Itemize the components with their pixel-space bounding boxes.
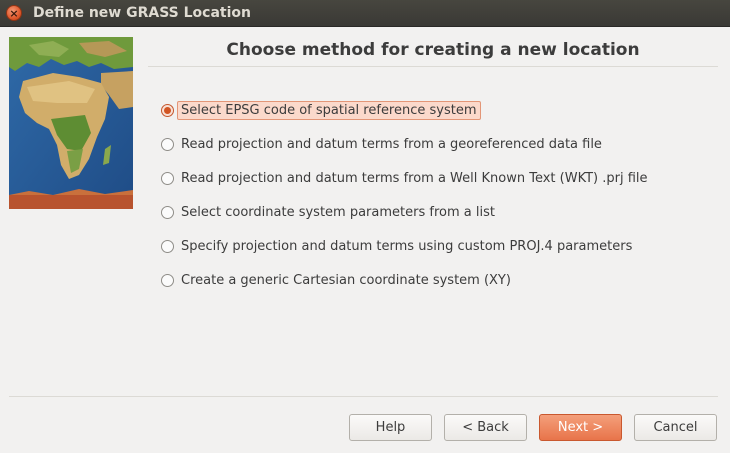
option-label[interactable]: Select EPSG code of spatial reference sy…: [177, 100, 481, 120]
cancel-button[interactable]: Cancel: [634, 414, 717, 441]
option-xy-cartesian[interactable]: Create a generic Cartesian coordinate sy…: [161, 269, 515, 291]
back-button[interactable]: < Back: [444, 414, 527, 441]
radio-button[interactable]: [161, 239, 174, 253]
option-label[interactable]: Read projection and datum terms from a g…: [177, 135, 606, 154]
radio-dot: [164, 106, 171, 114]
option-label[interactable]: Read projection and datum terms from a W…: [177, 169, 652, 188]
radio-button[interactable]: [161, 273, 174, 287]
title-divider: [148, 66, 718, 67]
radio-button-selected[interactable]: [161, 103, 174, 117]
radio-button[interactable]: [161, 205, 174, 219]
option-label[interactable]: Select coordinate system parameters from…: [177, 203, 499, 222]
title-bar: × Define new GRASS Location: [0, 0, 730, 27]
help-button[interactable]: Help: [349, 414, 432, 441]
radio-button[interactable]: [161, 171, 174, 185]
option-wkt-file[interactable]: Read projection and datum terms from a W…: [161, 167, 652, 189]
close-icon[interactable]: ×: [6, 5, 22, 21]
page-title: Choose method for creating a new locatio…: [226, 40, 640, 60]
next-button[interactable]: Next >: [539, 414, 622, 441]
radio-button[interactable]: [161, 137, 174, 151]
option-georeferenced-file[interactable]: Read projection and datum terms from a g…: [161, 133, 606, 155]
option-epsg-code[interactable]: Select EPSG code of spatial reference sy…: [161, 99, 481, 121]
option-proj4-parameters[interactable]: Specify projection and datum terms using…: [161, 235, 636, 257]
option-label[interactable]: Create a generic Cartesian coordinate sy…: [177, 271, 515, 290]
option-label[interactable]: Specify projection and datum terms using…: [177, 237, 636, 256]
option-parameter-list[interactable]: Select coordinate system parameters from…: [161, 201, 499, 223]
window-title: Define new GRASS Location: [33, 5, 251, 21]
button-divider: [9, 396, 718, 397]
world-map-image: [9, 37, 133, 209]
